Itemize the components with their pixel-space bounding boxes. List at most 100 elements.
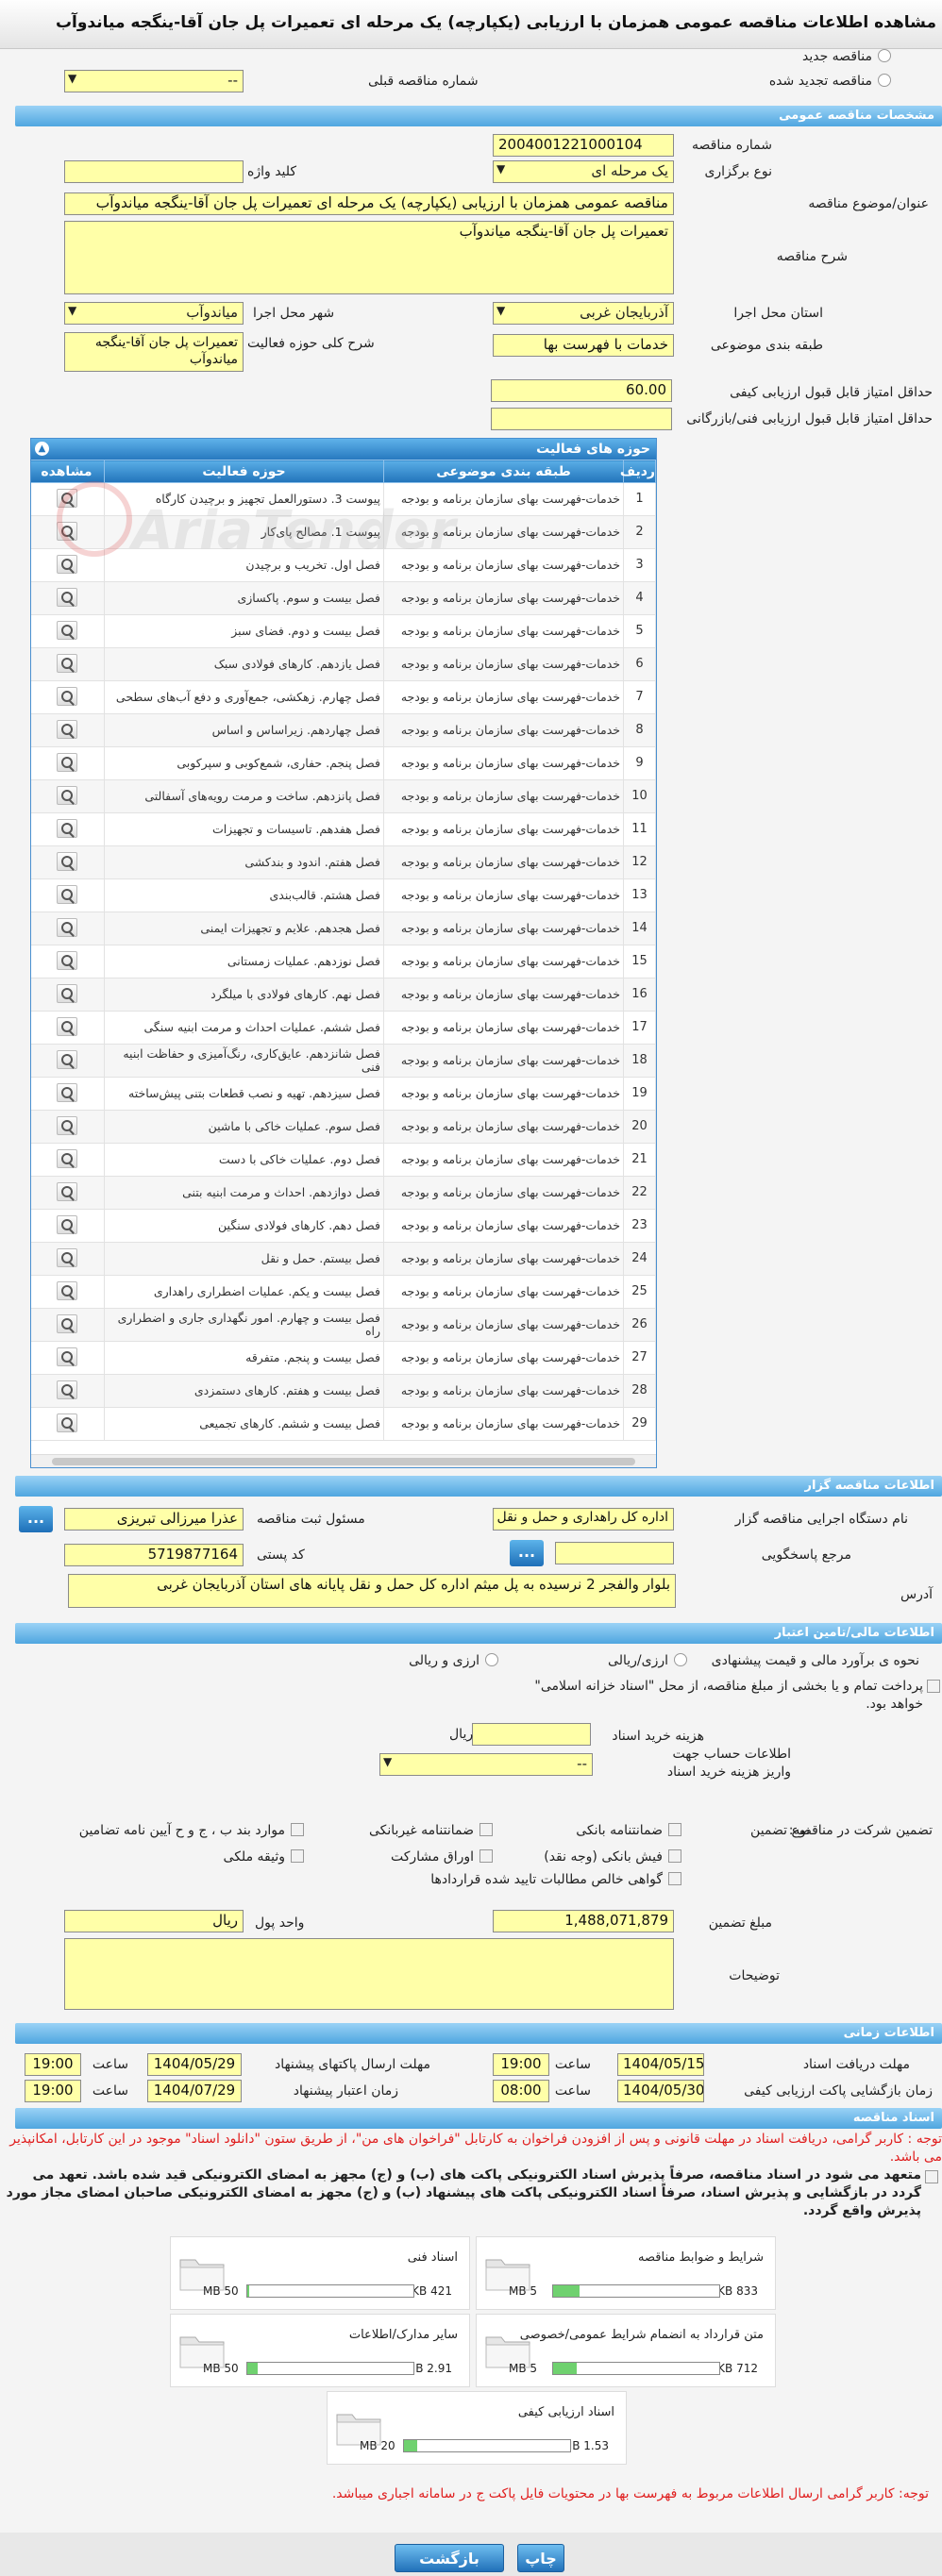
- row-view-cell: [31, 1044, 105, 1078]
- account-select[interactable]: -- ▼: [379, 1753, 593, 1776]
- bonds-checkbox[interactable]: [479, 1849, 493, 1863]
- tender-number-field[interactable]: 2004001221000104: [493, 134, 674, 157]
- open-hour-field[interactable]: 08:00: [493, 2080, 549, 2102]
- receive-time-field[interactable]: 19:00: [493, 2053, 549, 2076]
- regulation-items-label: موارد بند ب ، ج و ح آیین نامه تضامین: [78, 1823, 285, 1838]
- guarantee-amount-field[interactable]: 1,488,071,879: [493, 1910, 674, 1932]
- scrollbar-thumb[interactable]: [52, 1458, 635, 1465]
- doc-fee-field[interactable]: [472, 1723, 591, 1746]
- notes-field[interactable]: [64, 1938, 674, 2010]
- magnifier-icon[interactable]: [56, 1347, 77, 1366]
- table-row: 9 خدمات-فهرست بهای سازمان برنامه و بودجه ف…: [31, 746, 656, 780]
- open-hour-label: ساعت: [554, 2083, 591, 2099]
- magnifier-icon[interactable]: [56, 620, 77, 640]
- new-tender-radio[interactable]: [878, 49, 891, 62]
- open-date-field[interactable]: 1404/05/30: [617, 2080, 704, 2102]
- magnifier-icon[interactable]: [56, 752, 77, 772]
- collapse-icon[interactable]: ▲: [35, 442, 49, 456]
- file-max-size: 5 MB: [509, 2362, 538, 2375]
- owner-field[interactable]: عذرا میرزالی تبریزی: [64, 1508, 244, 1531]
- magnifier-icon[interactable]: [56, 1280, 77, 1300]
- row-number: 7: [623, 680, 656, 714]
- magnifier-icon[interactable]: [56, 1413, 77, 1432]
- row-category: خدمات-فهرست بهای سازمان برنامه و بودجه: [383, 1011, 624, 1045]
- receive-date-field[interactable]: 1404/05/15: [617, 2053, 704, 2076]
- province-label: استان محل اجرا: [733, 306, 823, 321]
- back-button[interactable]: بازگشت: [395, 2544, 504, 2572]
- magnifier-icon[interactable]: [56, 1148, 77, 1168]
- download-notice: توجه : کاربر گرامی، دریافت اسناد در مهلت…: [9, 2132, 942, 2165]
- magnifier-icon[interactable]: [56, 653, 77, 673]
- description-field[interactable]: تعمیرات پل جان آقا-ینگجه میاندوآب: [64, 221, 674, 294]
- magnifier-icon[interactable]: [56, 950, 77, 970]
- magnifier-icon[interactable]: [56, 884, 77, 904]
- magnifier-icon[interactable]: [56, 851, 77, 871]
- currency-unit-field[interactable]: ریال: [64, 1910, 244, 1932]
- magnifier-icon[interactable]: [56, 719, 77, 739]
- scope-label: شرح کلی حوزه فعالیت: [247, 336, 375, 351]
- magnifier-icon[interactable]: [56, 1313, 77, 1333]
- doc-fee-label: هزینه خرید اسناد: [612, 1729, 704, 1744]
- print-button[interactable]: چاپ: [517, 2544, 564, 2572]
- organizer-name-field[interactable]: اداره کل راهداری و حمل و نقل: [493, 1508, 674, 1531]
- opt-currency-and-rial-radio[interactable]: [485, 1653, 498, 1666]
- city-select[interactable]: میاندوآب ▼: [64, 302, 244, 325]
- property-checkbox[interactable]: [291, 1849, 304, 1863]
- province-select[interactable]: آذربایجان غربی ▼: [493, 302, 674, 325]
- min-tech-field[interactable]: [491, 408, 672, 430]
- file-box[interactable]: متن قرارداد به انضمام شرایط عمومی/خصوصی 7…: [476, 2314, 776, 2387]
- bank-guarantee-checkbox[interactable]: [668, 1823, 681, 1836]
- row-category: خدمات-فهرست بهای سازمان برنامه و بودجه: [383, 1308, 624, 1342]
- file-size: 712 KB: [717, 2362, 758, 2375]
- reference-more-button[interactable]: ...: [510, 1540, 544, 1566]
- hold-type-select[interactable]: یک مرحله ای ▼: [493, 160, 674, 183]
- commitment-checkbox[interactable]: [925, 2170, 938, 2183]
- magnifier-icon[interactable]: [56, 1016, 77, 1036]
- magnifier-icon[interactable]: [56, 1049, 77, 1069]
- magnifier-icon[interactable]: [56, 1380, 77, 1399]
- postal-field[interactable]: 5719877164: [64, 1544, 244, 1566]
- magnifier-icon[interactable]: [56, 587, 77, 607]
- renewed-tender-radio[interactable]: [878, 74, 891, 87]
- reference-field[interactable]: [555, 1542, 674, 1564]
- min-quality-field[interactable]: 60.00: [491, 379, 672, 402]
- keyword-field[interactable]: [64, 160, 244, 183]
- subject-field[interactable]: مناقصه عمومی همزمان با ارزیابی (یکپارچه)…: [64, 192, 674, 215]
- prev-number-select[interactable]: -- ▼: [64, 70, 244, 92]
- magnifier-icon[interactable]: [56, 1082, 77, 1102]
- validity-date-field[interactable]: 1404/07/29: [147, 2080, 242, 2102]
- owner-more-button[interactable]: ...: [19, 1506, 53, 1532]
- magnifier-icon[interactable]: [56, 983, 77, 1003]
- file-box[interactable]: سایر مدارک/اطلاعات 2.91 MB 50 MB: [170, 2314, 470, 2387]
- validity-time-field[interactable]: 19:00: [25, 2080, 81, 2102]
- magnifier-icon[interactable]: [56, 818, 77, 838]
- magnifier-icon[interactable]: [56, 785, 77, 805]
- address-field[interactable]: بلوار والفجر 2 نرسیده به پل میثم اداره ک…: [68, 1574, 676, 1608]
- scope-field[interactable]: تعمیرات پل جان آقا-ینگجه میاندوآب: [64, 332, 244, 372]
- magnifier-icon[interactable]: [56, 1115, 77, 1135]
- opt-currency-rial-radio[interactable]: [674, 1653, 687, 1666]
- regulation-items-checkbox[interactable]: [291, 1823, 304, 1836]
- row-view-cell: [31, 1374, 105, 1408]
- magnifier-icon[interactable]: [56, 917, 77, 937]
- send-time-field[interactable]: 19:00: [25, 2053, 81, 2076]
- send-date-field[interactable]: 1404/05/29: [147, 2053, 242, 2076]
- row-number: 10: [623, 779, 656, 813]
- file-box[interactable]: اسناد فنی 421 KB 50 MB: [170, 2236, 470, 2310]
- magnifier-icon[interactable]: [56, 1247, 77, 1267]
- row-number: 21: [623, 1143, 656, 1177]
- magnifier-icon[interactable]: [56, 1214, 77, 1234]
- magnifier-icon[interactable]: [56, 554, 77, 574]
- nonbank-guarantee-checkbox[interactable]: [479, 1823, 493, 1836]
- horizontal-scrollbar[interactable]: [31, 1454, 656, 1467]
- claims-certificate-checkbox[interactable]: [668, 1872, 681, 1885]
- bank-slip-checkbox[interactable]: [668, 1849, 681, 1863]
- category-field[interactable]: خدمات با فهرست بها: [493, 334, 674, 357]
- row-activity: فصل چهاردهم. زیراساس و اساس: [104, 713, 384, 747]
- magnifier-icon[interactable]: [56, 1181, 77, 1201]
- treasury-checkbox[interactable]: [927, 1680, 940, 1693]
- row-category: خدمات-فهرست بهای سازمان برنامه و بودجه: [383, 779, 624, 813]
- file-box[interactable]: شرایط و ضوابط مناقصه 833 KB 5 MB: [476, 2236, 776, 2310]
- file-box[interactable]: اسناد ارزیابی کیفی 1.53 MB 20 MB: [327, 2391, 627, 2465]
- magnifier-icon[interactable]: [56, 686, 77, 706]
